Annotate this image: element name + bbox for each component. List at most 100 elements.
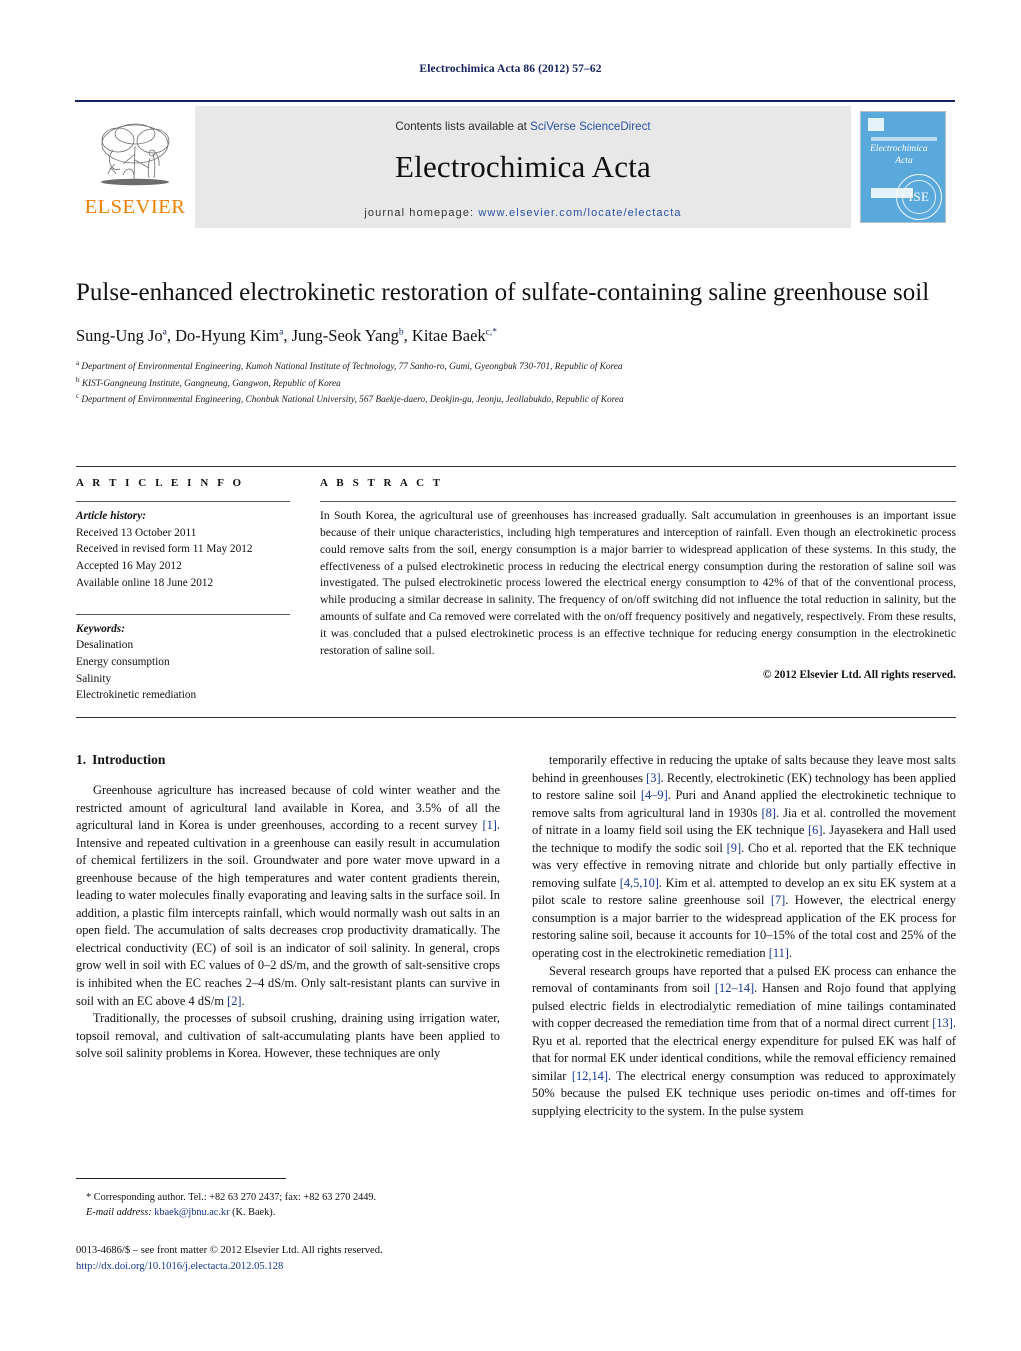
- keywords-group: Keywords: Desalination Energy consumption…: [76, 621, 290, 705]
- citation-link[interactable]: [13]: [932, 1016, 953, 1030]
- abstract-column: A B S T R A C T In South Korea, the agri…: [316, 477, 956, 704]
- citation-link[interactable]: [4,5,10]: [620, 876, 659, 890]
- homepage-prefix: journal homepage:: [364, 206, 479, 219]
- author-list: Sung-Ung Joa, Do-Hyung Kima, Jung-Seok Y…: [76, 326, 498, 345]
- introduction-heading: 1. Introduction: [76, 752, 500, 768]
- journal-homepage-line: journal homepage: www.elsevier.com/locat…: [364, 207, 681, 219]
- article-history-group: Article history: Received 13 October 201…: [76, 508, 290, 592]
- article-history-item: Available online 18 June 2012: [76, 576, 214, 589]
- email-label: E-mail address:: [86, 1207, 152, 1219]
- author-affiliation-mark: c,*: [485, 327, 498, 338]
- keywords-label: Keywords:: [76, 622, 125, 635]
- body-paragraph: Traditionally, the processes of subsoil …: [76, 1011, 500, 1061]
- citation-link[interactable]: [12,14]: [572, 1069, 608, 1083]
- contents-prefix: Contents lists available at: [395, 119, 531, 133]
- contents-available-line: Contents lists available at SciVerse Sci…: [395, 120, 650, 133]
- author-name: Sung-Ung Jo: [76, 326, 163, 345]
- citation-link[interactable]: [8]: [762, 806, 776, 820]
- abstract-copyright: © 2012 Elsevier Ltd. All rights reserved…: [762, 668, 956, 681]
- info-abstract-section: A R T I C L E I N F O Article history: R…: [76, 466, 956, 704]
- cover-seal-text: ISE: [902, 180, 936, 214]
- affiliation: b KIST-Gangneung Institute, Gangneung, G…: [76, 375, 341, 389]
- citation-link[interactable]: [3]: [646, 771, 660, 785]
- author-affiliation-mark: a: [279, 327, 284, 338]
- author-name: Jung-Seok Yang: [291, 326, 399, 345]
- citation-link[interactable]: [11]: [769, 946, 789, 960]
- article-info-rule-mid: [76, 613, 290, 615]
- body-paragraph: Several research groups have reported th…: [532, 963, 956, 1118]
- introduction-title: Introduction: [92, 752, 166, 767]
- journal-masthead: ELSEVIER Contents lists available at Sci…: [75, 100, 955, 232]
- doi-link[interactable]: http://dx.doi.org/10.1016/j.electacta.20…: [76, 1259, 596, 1275]
- page-footer: 0013-4686/$ – see front matter © 2012 El…: [76, 1243, 596, 1275]
- article-title: Pulse-enhanced electrokinetic restoratio…: [76, 279, 930, 306]
- elsevier-logo: ELSEVIER: [75, 102, 195, 232]
- citation-link[interactable]: [9]: [727, 841, 741, 855]
- abstract-rule-top: [320, 501, 956, 502]
- citation-link[interactable]: [2]: [227, 994, 241, 1008]
- email-suffix: (K. Baek).: [232, 1207, 276, 1219]
- citation-link[interactable]: [12–14]: [715, 981, 754, 995]
- cover-subtitle-bar: [871, 137, 937, 141]
- cover-title: Electrochimica Acta: [870, 144, 938, 168]
- affiliation-list: a Department of Environmental Engineerin…: [76, 358, 956, 408]
- article-history-item: Received 13 October 2011: [76, 526, 197, 539]
- email-line: E-mail address: kbaek@jbnu.ac.kr (K. Bae…: [76, 1205, 506, 1220]
- article-history-item: Received in revised form 11 May 2012: [76, 543, 253, 556]
- body-paragraph: temporarily effective in reducing the up…: [532, 753, 957, 961]
- journal-cover-thumbnail: Electrochimica Acta ISE: [851, 102, 955, 232]
- issn-copyright-line: 0013-4686/$ – see front matter © 2012 El…: [76, 1245, 383, 1256]
- cover-image: Electrochimica Acta ISE: [860, 111, 946, 223]
- article-history-item: Accepted 16 May 2012: [76, 560, 182, 573]
- info-abstract-bottom-rule: [76, 717, 956, 718]
- affiliation-mark: c: [76, 392, 80, 400]
- journal-title: Electrochimica Acta: [395, 148, 651, 184]
- keyword-items: Desalination Energy consumption Salinity El…: [76, 637, 290, 704]
- introduction-number: 1.: [76, 752, 87, 767]
- corresponding-author-note: * Corresponding author. Tel.: +82 63 270…: [76, 1190, 506, 1221]
- corresponding-author-line: * Corresponding author. Tel.: +82 63 270…: [86, 1192, 377, 1203]
- cover-title-line2: Acta: [895, 155, 913, 166]
- abstract-text: In South Korea, the agricultural use of …: [320, 509, 956, 657]
- cover-elsevier-mark: [868, 118, 884, 131]
- citation-link[interactable]: [7]: [771, 893, 785, 907]
- keyword-item: Salinity: [76, 672, 112, 685]
- author-name: Kitae Baek: [411, 326, 486, 345]
- sciencedirect-link[interactable]: SciVerse ScienceDirect: [530, 120, 651, 133]
- affiliation-mark: b: [76, 375, 80, 384]
- article-info-rule-top: [76, 501, 290, 502]
- keyword-item: Energy consumption: [76, 656, 170, 669]
- body-column-right: temporarily effective in reducing the up…: [532, 752, 956, 1120]
- footnote-rule: [76, 1178, 286, 1179]
- elsevier-wordmark: ELSEVIER: [84, 196, 186, 219]
- affiliation: a Department of Environmental Engineerin…: [76, 359, 623, 373]
- left-column-paragraphs: Greenhouse agriculture has increased bec…: [76, 782, 500, 1063]
- cover-title-line1: Electrochimica: [870, 144, 928, 154]
- citation-link[interactable]: [1]: [482, 818, 496, 832]
- article-body: 1. Introduction Greenhouse agriculture ha…: [76, 752, 956, 1120]
- journal-band: Contents lists available at SciVerse Sci…: [195, 106, 851, 228]
- homepage-url-link[interactable]: www.elsevier.com/locate/electacta: [478, 207, 681, 219]
- running-head: Electrochimica Acta 86 (2012) 57–62: [419, 63, 602, 75]
- keyword-item: Desalination: [76, 639, 134, 652]
- article-info-heading: A R T I C L E I N F O: [76, 477, 245, 489]
- paper-page: Electrochimica Acta 86 (2012) 57–62 ELSE…: [0, 0, 1021, 1351]
- author-affiliation-mark: a: [162, 327, 167, 338]
- right-column-paragraphs: temporarily effective in reducing the up…: [532, 752, 956, 1120]
- elsevier-tree-icon: [101, 123, 170, 186]
- body-column-left: 1. Introduction Greenhouse agriculture ha…: [76, 752, 500, 1120]
- affiliation-mark: a: [76, 359, 80, 367]
- article-history-items: Received 13 October 2011 Received in revi…: [76, 525, 290, 592]
- citation-link[interactable]: [6]: [808, 823, 822, 837]
- abstract-heading: A B S T R A C T: [320, 477, 444, 489]
- affiliation: c Department of Environmental Engineerin…: [76, 392, 624, 406]
- title-block: Pulse-enhanced electrokinetic restoratio…: [76, 277, 956, 408]
- citation-link[interactable]: [4–9]: [641, 788, 668, 802]
- article-info-column: A R T I C L E I N F O Article history: R…: [76, 477, 316, 704]
- author-affiliation-mark: b: [398, 327, 404, 338]
- article-history-label: Article history:: [76, 510, 146, 522]
- keyword-item: Electrokinetic remediation: [76, 689, 197, 702]
- email-address-link[interactable]: kbaek@jbnu.ac.kr: [154, 1207, 229, 1218]
- body-paragraph: Greenhouse agriculture has increased bec…: [76, 783, 500, 1008]
